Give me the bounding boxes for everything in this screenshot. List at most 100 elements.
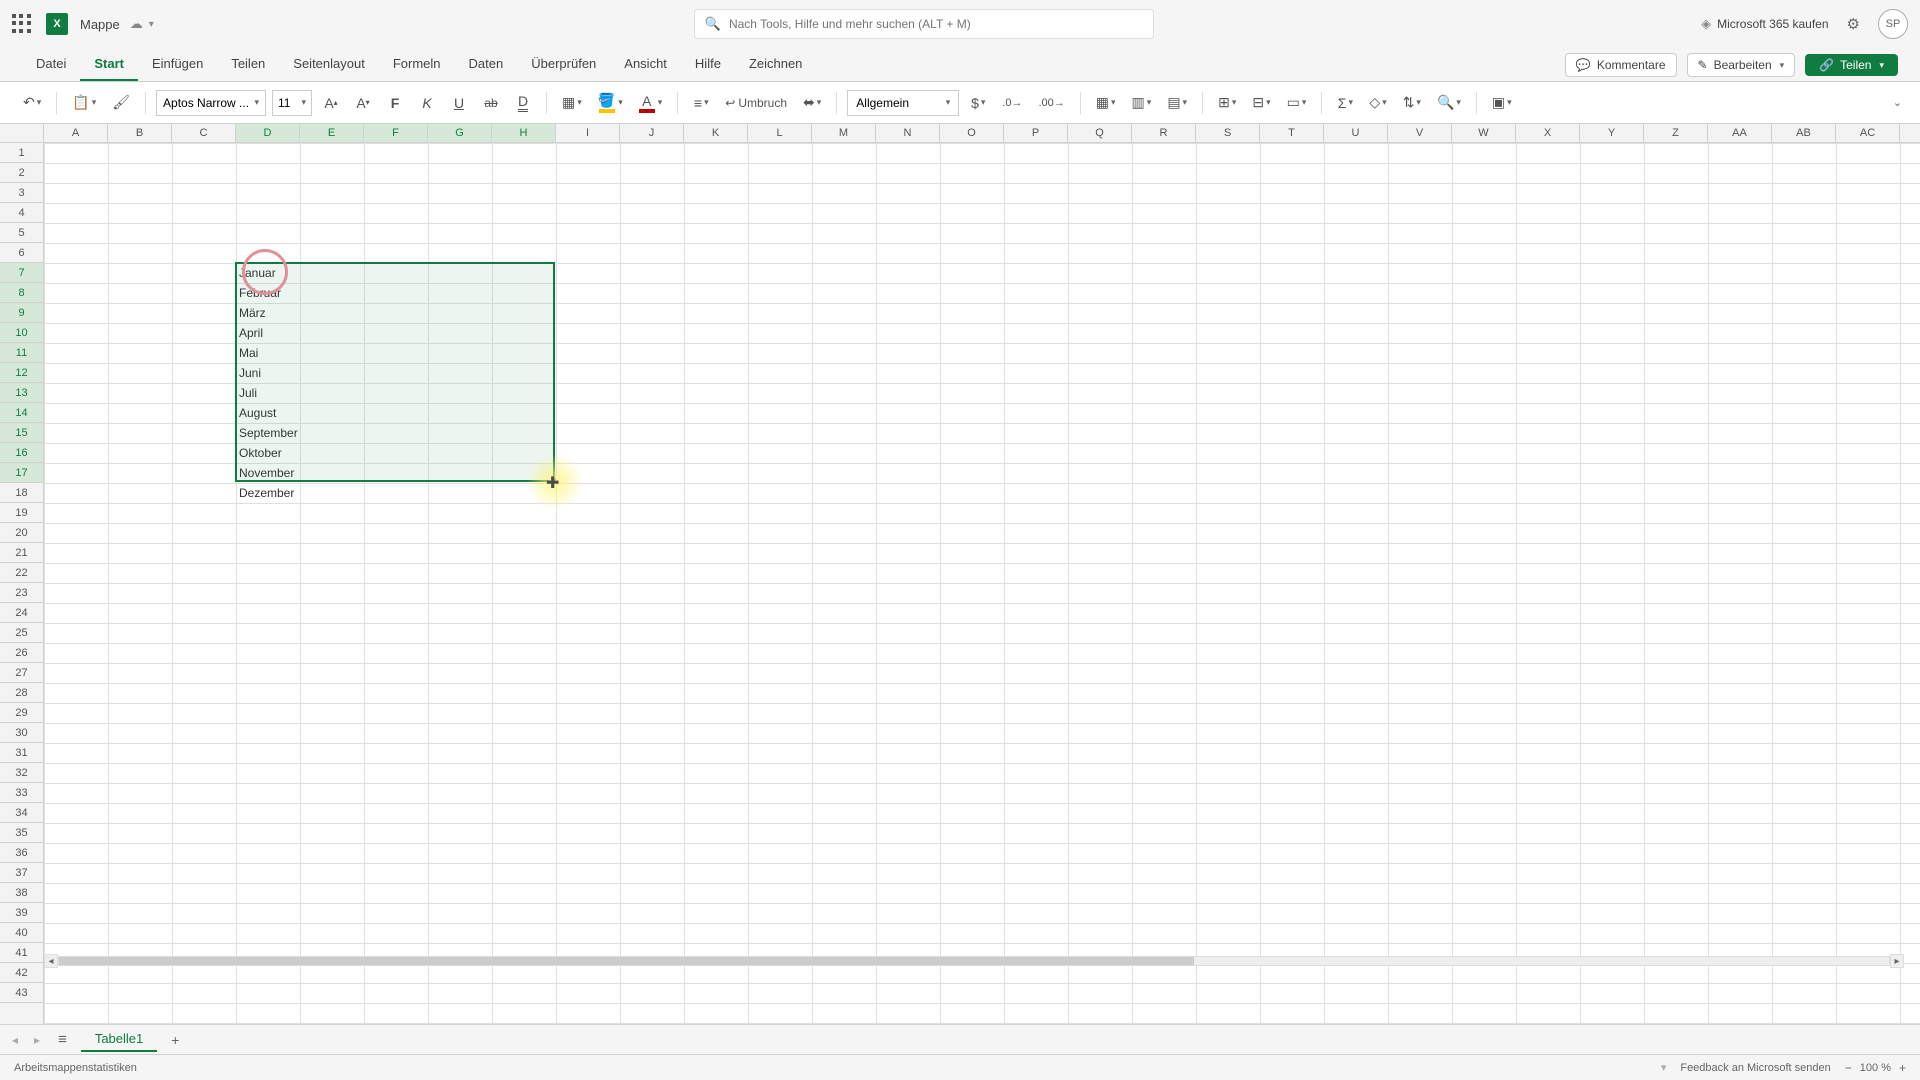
row-header-37[interactable]: 37 bbox=[0, 863, 43, 883]
sheet-nav-prev[interactable]: ◂ bbox=[8, 1033, 22, 1047]
clear-button[interactable]: ◇▾ bbox=[1364, 89, 1391, 117]
cell-D12[interactable]: Juni bbox=[236, 363, 300, 383]
number-format-select[interactable]: Allgemein▾ bbox=[847, 90, 959, 116]
cell-D16[interactable]: Oktober bbox=[236, 443, 300, 463]
document-name[interactable]: Mappe bbox=[80, 17, 120, 32]
wrap-text-button[interactable]: ↩ Umbruch bbox=[720, 89, 792, 117]
row-header-20[interactable]: 20 bbox=[0, 523, 43, 543]
font-size-select[interactable]: 11▾ bbox=[272, 90, 312, 116]
column-header-W[interactable]: W bbox=[1452, 124, 1516, 142]
row-header-11[interactable]: 11 bbox=[0, 343, 43, 363]
column-header-I[interactable]: I bbox=[556, 124, 620, 142]
row-header-19[interactable]: 19 bbox=[0, 503, 43, 523]
column-header-J[interactable]: J bbox=[620, 124, 684, 142]
column-header-V[interactable]: V bbox=[1388, 124, 1452, 142]
column-header-AA[interactable]: AA bbox=[1708, 124, 1772, 142]
merge-button[interactable]: ⬌▾ bbox=[798, 89, 826, 117]
column-header-K[interactable]: K bbox=[684, 124, 748, 142]
column-header-H[interactable]: H bbox=[492, 124, 556, 142]
row-header-13[interactable]: 13 bbox=[0, 383, 43, 403]
format-table-button[interactable]: ▥▾ bbox=[1127, 89, 1157, 117]
cell-styles-button[interactable]: ▤▾ bbox=[1162, 89, 1192, 117]
autosum-button[interactable]: Σ▾ bbox=[1332, 89, 1358, 117]
column-header-S[interactable]: S bbox=[1196, 124, 1260, 142]
conditional-format-button[interactable]: ▦▾ bbox=[1091, 89, 1121, 117]
row-header-10[interactable]: 10 bbox=[0, 323, 43, 343]
tab-hilfe[interactable]: Hilfe bbox=[681, 50, 735, 81]
sheet-tab-active[interactable]: Tabelle1 bbox=[81, 1027, 157, 1052]
fill-color-button[interactable]: 🪣▾ bbox=[593, 89, 628, 117]
status-menu-icon[interactable]: ▾ bbox=[1661, 1061, 1667, 1074]
find-button[interactable]: 🔍▾ bbox=[1432, 89, 1466, 117]
row-header-41[interactable]: 41 bbox=[0, 943, 43, 963]
row-header-15[interactable]: 15 bbox=[0, 423, 43, 443]
zoom-value[interactable]: 100 % bbox=[1860, 1062, 1891, 1074]
tab-datei[interactable]: Datei bbox=[22, 50, 80, 81]
row-header-12[interactable]: 12 bbox=[0, 363, 43, 383]
row-header-8[interactable]: 8 bbox=[0, 283, 43, 303]
row-header-26[interactable]: 26 bbox=[0, 643, 43, 663]
double-underline-button[interactable]: D bbox=[510, 89, 536, 117]
paste-button[interactable]: 📋▾ bbox=[67, 89, 101, 117]
comments-button[interactable]: 💬 Kommentare bbox=[1565, 53, 1677, 77]
column-header-P[interactable]: P bbox=[1004, 124, 1068, 142]
row-header-43[interactable]: 43 bbox=[0, 983, 43, 1003]
row-header-40[interactable]: 40 bbox=[0, 923, 43, 943]
row-header-2[interactable]: 2 bbox=[0, 163, 43, 183]
row-header-22[interactable]: 22 bbox=[0, 563, 43, 583]
cell-D8[interactable]: Februar bbox=[236, 283, 300, 303]
cell-D18[interactable]: Dezember bbox=[236, 483, 300, 503]
tab-überprüfen[interactable]: Überprüfen bbox=[517, 50, 610, 81]
doc-dropdown-icon[interactable]: ▾ bbox=[149, 19, 154, 30]
buy-microsoft365-link[interactable]: ◈ Microsoft 365 kaufen bbox=[1701, 16, 1828, 32]
row-header-9[interactable]: 9 bbox=[0, 303, 43, 323]
zoom-out-button[interactable]: − bbox=[1845, 1061, 1852, 1075]
cell-D14[interactable]: August bbox=[236, 403, 300, 423]
feedback-link[interactable]: Feedback an Microsoft senden bbox=[1680, 1062, 1830, 1074]
row-header-34[interactable]: 34 bbox=[0, 803, 43, 823]
format-painter-button[interactable]: 🖌 bbox=[107, 89, 135, 117]
align-button[interactable]: ≡▾ bbox=[688, 89, 714, 117]
column-header-G[interactable]: G bbox=[428, 124, 492, 142]
strikethrough-button[interactable]: ab bbox=[478, 89, 504, 117]
tab-zeichnen[interactable]: Zeichnen bbox=[735, 50, 816, 81]
row-header-7[interactable]: 7 bbox=[0, 263, 43, 283]
cloud-sync-icon[interactable]: ☁ bbox=[130, 16, 143, 32]
tab-daten[interactable]: Daten bbox=[455, 50, 518, 81]
currency-button[interactable]: $▾ bbox=[965, 89, 991, 117]
sort-filter-button[interactable]: ⇅▾ bbox=[1398, 89, 1426, 117]
row-header-5[interactable]: 5 bbox=[0, 223, 43, 243]
row-header-18[interactable]: 18 bbox=[0, 483, 43, 503]
column-header-R[interactable]: R bbox=[1132, 124, 1196, 142]
cell-D7[interactable]: Januar bbox=[236, 263, 300, 283]
tab-formeln[interactable]: Formeln bbox=[379, 50, 455, 81]
share-button[interactable]: 🔗 Teilen ▾ bbox=[1805, 54, 1898, 76]
row-header-28[interactable]: 28 bbox=[0, 683, 43, 703]
column-header-O[interactable]: O bbox=[940, 124, 1004, 142]
row-header-1[interactable]: 1 bbox=[0, 143, 43, 163]
cell-D13[interactable]: Juli bbox=[236, 383, 300, 403]
row-header-21[interactable]: 21 bbox=[0, 543, 43, 563]
column-header-B[interactable]: B bbox=[108, 124, 172, 142]
edit-mode-button[interactable]: ✎ Bearbeiten ▾ bbox=[1687, 53, 1796, 77]
cells-canvas[interactable]: JanuarFebruarMärzAprilMaiJuniJuliAugustS… bbox=[44, 143, 1920, 1024]
increase-font-button[interactable]: A▴ bbox=[318, 89, 344, 117]
all-sheets-menu-icon[interactable]: ≡ bbox=[52, 1031, 73, 1048]
row-header-38[interactable]: 38 bbox=[0, 883, 43, 903]
borders-button[interactable]: ▦▾ bbox=[557, 89, 587, 117]
cell-D10[interactable]: April bbox=[236, 323, 300, 343]
column-header-AC[interactable]: AC bbox=[1836, 124, 1900, 142]
row-header-3[interactable]: 3 bbox=[0, 183, 43, 203]
column-header-Z[interactable]: Z bbox=[1644, 124, 1708, 142]
tab-ansicht[interactable]: Ansicht bbox=[610, 50, 681, 81]
column-header-M[interactable]: M bbox=[812, 124, 876, 142]
row-header-6[interactable]: 6 bbox=[0, 243, 43, 263]
scroll-right-arrow[interactable]: ▸ bbox=[1890, 954, 1904, 968]
column-header-D[interactable]: D bbox=[236, 124, 300, 142]
row-header-42[interactable]: 42 bbox=[0, 963, 43, 983]
font-family-select[interactable]: Aptos Narrow ...▾ bbox=[156, 90, 266, 116]
horizontal-scrollbar[interactable]: ◂ ▸ bbox=[44, 954, 1904, 968]
row-header-35[interactable]: 35 bbox=[0, 823, 43, 843]
column-header-Y[interactable]: Y bbox=[1580, 124, 1644, 142]
underline-button[interactable]: U bbox=[446, 89, 472, 117]
